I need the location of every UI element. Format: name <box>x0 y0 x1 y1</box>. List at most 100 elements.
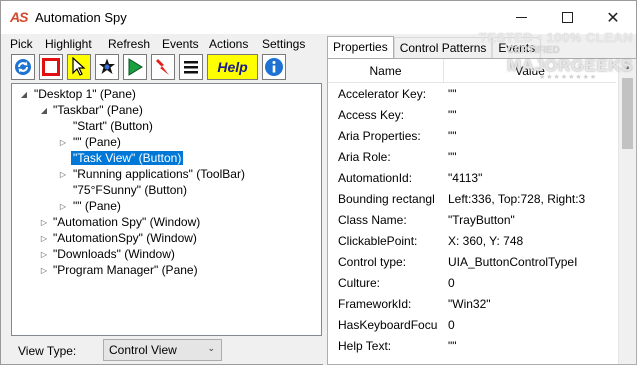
tree-item-label[interactable]: "Desktop 1" (Pane) <box>32 87 138 101</box>
element-tree[interactable]: ◢ "Desktop 1" (Pane) ◢ "Taskbar" (Pane) … <box>11 83 322 336</box>
tree-collapsed-icon[interactable]: ▷ <box>39 234 49 243</box>
info-button[interactable] <box>262 54 286 80</box>
lightning-button[interactable] <box>151 54 175 80</box>
refresh-button[interactable] <box>11 54 35 80</box>
tree-expanded-icon[interactable]: ◢ <box>19 90 29 99</box>
property-value: "" <box>448 86 457 101</box>
menu-refresh[interactable]: Refresh <box>108 34 150 51</box>
property-value: "" <box>448 107 457 122</box>
toolbar: Help <box>11 54 286 81</box>
tree-collapsed-icon[interactable]: ▷ <box>58 138 68 147</box>
property-name: Access Key: <box>338 107 405 122</box>
window-title: Automation Spy <box>35 10 127 25</box>
tree-item-label[interactable]: "" (Pane) <box>71 135 123 149</box>
pick-cursor-icon <box>72 57 86 76</box>
property-name: ClickablePoint: <box>338 233 418 248</box>
scrollbar-thumb[interactable] <box>622 78 633 149</box>
tree-expanded-icon[interactable]: ◢ <box>39 106 49 115</box>
property-row[interactable]: Class Name: "TrayButton" <box>328 209 616 230</box>
stop-highlight-icon <box>42 58 60 76</box>
property-value: "TrayButton" <box>448 212 515 227</box>
tab-properties[interactable]: Properties <box>327 36 394 59</box>
tree-item-label[interactable]: "Program Manager" (Pane) <box>51 263 200 277</box>
property-value: 0 <box>448 275 455 290</box>
property-row[interactable]: Aria Properties: "" <box>328 125 616 146</box>
tree-item-label[interactable]: "75°FSunny" (Button) <box>71 183 189 197</box>
tree-collapsed-icon[interactable]: ▷ <box>39 218 49 227</box>
menu-events[interactable]: Events <box>162 34 199 51</box>
chevron-down-icon: ⌄ <box>207 343 215 353</box>
property-value: 0 <box>448 317 455 332</box>
property-name: Aria Role: <box>338 149 391 164</box>
title-bar[interactable]: AS Automation Spy ✕ <box>1 1 636 34</box>
tree-collapsed-icon[interactable]: ▷ <box>58 170 68 179</box>
tab-control-patterns[interactable]: Control Patterns <box>393 37 493 59</box>
tree-collapsed-icon[interactable]: ▷ <box>39 250 49 259</box>
event-star-icon <box>99 58 115 74</box>
property-row[interactable]: Access Key: "" <box>328 104 616 125</box>
property-name: FrameworkId: <box>338 296 412 311</box>
refresh-icon <box>15 59 31 75</box>
pick-element-button[interactable] <box>67 54 91 80</box>
properties-scrollbar[interactable]: ▲ <box>618 59 636 364</box>
tree-collapsed-icon[interactable]: ▷ <box>58 202 68 211</box>
events-button[interactable] <box>95 54 119 80</box>
menu-highlight[interactable]: Highlight <box>45 34 92 51</box>
close-icon: ✕ <box>606 9 620 27</box>
property-name: Control type: <box>338 254 407 269</box>
properties-header: Name Value <box>328 59 616 83</box>
minimize-button[interactable] <box>498 1 544 34</box>
menu-lines-icon <box>184 61 198 74</box>
tree-item-label[interactable]: "Running applications" (ToolBar) <box>71 167 247 181</box>
property-row[interactable]: HasKeyboardFocu 0 <box>328 314 616 335</box>
tree-item-label[interactable]: "Downloads" (Window) <box>51 247 177 261</box>
maximize-button[interactable] <box>544 1 590 34</box>
property-value: X: 360, Y: 748 <box>448 233 524 248</box>
menu-settings[interactable]: Settings <box>262 34 305 51</box>
view-type-value: Control View <box>109 343 177 357</box>
property-row[interactable]: Culture: 0 <box>328 272 616 293</box>
property-row[interactable]: ClickablePoint: X: 360, Y: 748 <box>328 230 616 251</box>
property-value: "4113" <box>448 170 483 185</box>
menu-lines-button[interactable] <box>179 54 203 80</box>
view-type-label: View Type: <box>18 344 77 358</box>
tab-events[interactable]: Events <box>492 37 542 59</box>
property-row[interactable]: Control type: UIA_ButtonControlTypeI <box>328 251 616 272</box>
column-header-value[interactable]: Value <box>444 59 616 83</box>
property-value: "" <box>448 149 457 164</box>
tree-item-label[interactable]: "Task View" (Button) <box>69 150 185 166</box>
lightning-icon <box>156 59 169 75</box>
property-name: HasKeyboardFocu <box>338 317 438 332</box>
property-row[interactable]: Bounding rectangl Left:336, Top:728, Rig… <box>328 188 616 209</box>
scroll-up-icon[interactable]: ▲ <box>619 59 636 76</box>
play-icon <box>128 58 143 76</box>
property-name: Bounding rectangl <box>338 191 435 206</box>
property-row[interactable]: Aria Role: "" <box>328 146 616 167</box>
column-header-name[interactable]: Name <box>328 59 444 83</box>
view-type-select[interactable]: Control View ⌄ <box>103 339 222 361</box>
menu-actions[interactable]: Actions <box>209 34 248 51</box>
close-button[interactable]: ✕ <box>590 1 636 34</box>
property-value: UIA_ButtonControlTypeI <box>448 254 578 269</box>
property-row[interactable]: Help Text: "" <box>328 335 616 356</box>
minimize-icon <box>515 17 527 18</box>
menu-pick[interactable]: Pick <box>10 34 33 51</box>
stop-highlight-button[interactable] <box>39 54 63 80</box>
app-logo-icon: AS <box>10 9 28 25</box>
app-window: AS Automation Spy ✕ Pick Highlight Refre… <box>0 0 637 365</box>
tree-item-label[interactable]: "Taskbar" (Pane) <box>51 103 145 117</box>
help-button[interactable]: Help <box>207 54 258 80</box>
property-name: Class Name: <box>338 212 407 227</box>
property-row[interactable]: AutomationId: "4113" <box>328 167 616 188</box>
play-button[interactable] <box>123 54 147 80</box>
property-row[interactable]: Accelerator Key: "" <box>328 83 616 104</box>
tree-item-label[interactable]: "Start" (Button) <box>71 119 155 133</box>
property-value: "Win32" <box>448 296 491 311</box>
property-value: "" <box>448 338 457 353</box>
property-name: Aria Properties: <box>338 128 421 143</box>
tree-collapsed-icon[interactable]: ▷ <box>39 266 49 275</box>
tree-item-label[interactable]: "Automation Spy" (Window) <box>51 215 202 229</box>
tree-item-label[interactable]: "" (Pane) <box>71 199 123 213</box>
property-row[interactable]: FrameworkId: "Win32" <box>328 293 616 314</box>
tree-item-label[interactable]: "AutomationSpy" (Window) <box>51 231 199 245</box>
